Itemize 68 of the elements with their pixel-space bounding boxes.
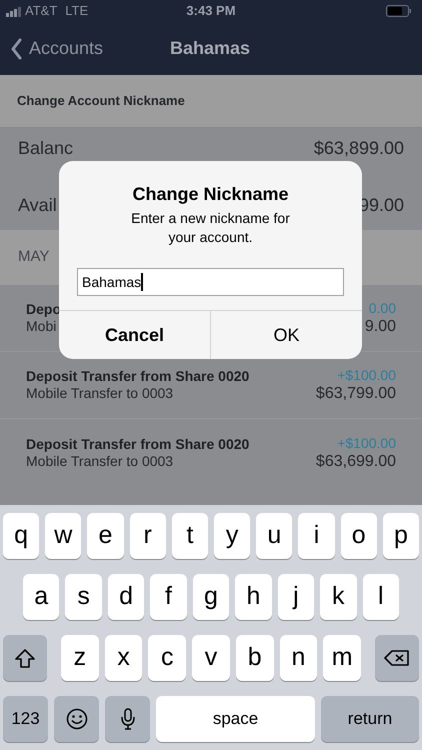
- numbers-key[interactable]: 123: [3, 696, 48, 742]
- running-balance: $63,699.00: [316, 452, 396, 470]
- key[interactable]: n: [280, 635, 318, 681]
- transaction-amount: +$100.00: [337, 434, 396, 452]
- key[interactable]: i: [298, 513, 335, 559]
- carrier-name: AT&T: [25, 2, 58, 20]
- shift-key[interactable]: [3, 635, 47, 681]
- key[interactable]: d: [108, 574, 144, 620]
- key[interactable]: a: [23, 574, 60, 620]
- transaction-amount: 0.00: [368, 300, 396, 317]
- key[interactable]: e: [87, 513, 124, 559]
- key[interactable]: k: [320, 574, 356, 620]
- key[interactable]: b: [236, 635, 274, 681]
- key[interactable]: s: [65, 574, 102, 620]
- delete-key[interactable]: [375, 635, 420, 681]
- key[interactable]: o: [340, 513, 377, 559]
- key[interactable]: g: [192, 574, 230, 620]
- transaction-title: Deposit Transfer from Share 0020: [26, 436, 250, 452]
- key[interactable]: j: [278, 574, 314, 620]
- summary-label: Balanc: [18, 138, 74, 158]
- key[interactable]: f: [150, 574, 187, 620]
- microphone-icon: [120, 708, 136, 730]
- key[interactable]: l: [362, 574, 399, 620]
- smiley-icon: [66, 708, 88, 730]
- section-header: Change Account Nickname: [17, 92, 185, 110]
- transaction-title: Deposit Transfer from Share 0020: [26, 368, 250, 385]
- transaction-amount: +$100.00: [337, 367, 396, 384]
- battery-icon: [386, 5, 412, 17]
- transaction-subtitle: Mobi: [26, 318, 58, 335]
- summary-label: Avail: [18, 194, 57, 214]
- key[interactable]: z: [61, 635, 99, 681]
- key[interactable]: x: [104, 635, 142, 681]
- key[interactable]: c: [148, 635, 186, 681]
- date-header: MAY: [18, 247, 50, 268]
- dialog-message: Enter a new nickname for your account.: [130, 209, 291, 247]
- text-cursor: [141, 273, 144, 291]
- key[interactable]: u: [256, 513, 292, 559]
- key[interactable]: t: [172, 513, 208, 559]
- summary-value: $63,899.00: [314, 138, 404, 158]
- key[interactable]: v: [192, 635, 230, 681]
- status-time: 3:43 PM: [186, 2, 236, 20]
- key[interactable]: y: [214, 513, 250, 559]
- key[interactable]: h: [235, 574, 272, 620]
- dialog-button[interactable]: Cancel: [59, 311, 210, 359]
- key[interactable]: q: [3, 513, 40, 559]
- back-chevron-icon: [10, 38, 23, 60]
- dialog-title: Change Nickname: [131, 183, 290, 205]
- transaction-subtitle: Mobile Transfer to 0003: [26, 452, 174, 470]
- backspace-icon: [384, 649, 410, 667]
- network-type: LTE: [65, 2, 88, 20]
- transaction-subtitle: Mobile Transfer to 0003: [26, 385, 174, 402]
- return-key[interactable]: return: [321, 696, 419, 742]
- key[interactable]: p: [382, 513, 420, 559]
- key[interactable]: m: [323, 635, 362, 681]
- running-balance: 9.00: [364, 317, 396, 336]
- dictation-key[interactable]: [105, 696, 150, 742]
- key[interactable]: r: [130, 513, 166, 559]
- back-button[interactable]: Accounts: [0, 35, 104, 62]
- transaction-title: Depo: [26, 301, 61, 318]
- dialog-button[interactable]: OK: [210, 311, 362, 359]
- nickname-field[interactable]: Bahamas: [77, 268, 344, 296]
- running-balance: $63,799.00: [316, 384, 396, 403]
- screen-title: Bahamas: [170, 37, 250, 60]
- key[interactable]: w: [45, 513, 82, 559]
- emoji-key[interactable]: [54, 696, 99, 742]
- shift-arrow-icon: [14, 648, 36, 668]
- space-key[interactable]: space: [156, 696, 315, 742]
- signal-icon: [6, 5, 22, 17]
